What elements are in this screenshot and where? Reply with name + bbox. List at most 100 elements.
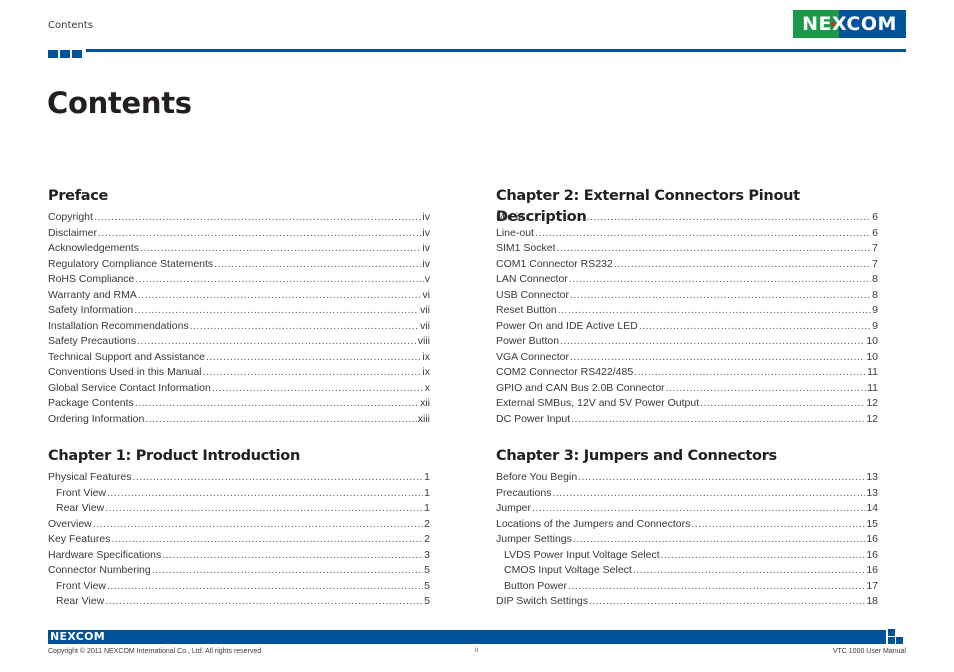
toc-entry[interactable]: Connector Numbering 5 bbox=[48, 563, 430, 579]
toc-entry[interactable]: Jumper 14 bbox=[496, 501, 878, 517]
dot-leader bbox=[137, 334, 417, 350]
toc-entry-label: VGA Connector bbox=[496, 350, 569, 363]
toc-entry[interactable]: VGA Connector 10 bbox=[496, 350, 878, 366]
footer-square bbox=[896, 637, 903, 644]
toc-entry[interactable]: COM2 Connector RS422/485 11 bbox=[496, 365, 878, 381]
toc-entry-page: 13 bbox=[866, 471, 878, 483]
toc-entry[interactable]: Safety Information vii bbox=[48, 303, 430, 319]
toc-entry-label: Connector Numbering bbox=[48, 564, 151, 576]
toc-entry-page: 12 bbox=[866, 397, 878, 409]
toc-entry[interactable]: GPIO and CAN Bus 2.0B Connector 11 bbox=[496, 381, 878, 397]
toc-entry[interactable]: Warranty and RMA vi bbox=[48, 288, 430, 304]
toc-entry[interactable]: LVDS Power Input Voltage Select 16 bbox=[496, 548, 878, 564]
toc-entry-label: Disclaimer bbox=[48, 226, 98, 239]
toc-entry-label: LVDS Power Input Voltage Select bbox=[504, 548, 660, 561]
toc-entry[interactable]: Power Button 10 bbox=[496, 334, 878, 350]
toc-entry[interactable]: Hardware Specifications 3 bbox=[48, 548, 430, 564]
toc-entry[interactable]: Before You Begin 13 bbox=[496, 470, 878, 486]
toc-entry-page: 7 bbox=[872, 257, 878, 270]
toc-entry-page: 15 bbox=[866, 517, 878, 530]
page-number: ii bbox=[475, 647, 479, 654]
logo-text: NEXCOM bbox=[802, 13, 897, 35]
toc-entry-page: 5 bbox=[424, 595, 430, 607]
toc-entry-page: 8 bbox=[872, 273, 878, 285]
dot-leader bbox=[560, 334, 865, 350]
toc-entry[interactable]: Installation Recommendations vii bbox=[48, 319, 430, 335]
toc-entry[interactable]: Rear View 5 bbox=[48, 594, 430, 610]
toc-entry[interactable]: Global Service Contact Information x bbox=[48, 381, 430, 397]
toc-entry-page: 16 bbox=[866, 533, 878, 545]
dot-leader bbox=[558, 303, 871, 319]
toc-entry-page: 7 bbox=[872, 242, 878, 254]
toc-entry[interactable]: Precautions 13 bbox=[496, 486, 878, 502]
toc-entry[interactable]: CMOS Input Voltage Select 16 bbox=[496, 563, 878, 579]
dot-leader bbox=[568, 579, 865, 595]
toc-entry[interactable]: Button Power 17 bbox=[496, 579, 878, 595]
dot-leader bbox=[190, 319, 419, 335]
toc-entry[interactable]: DC Power Input 12 bbox=[496, 412, 878, 428]
header-squares-decoration bbox=[48, 50, 82, 58]
toc-entry[interactable]: Reset Button 9 bbox=[496, 303, 878, 319]
toc-entry[interactable]: External SMBus, 12V and 5V Power Output 1… bbox=[496, 396, 878, 412]
toc-entry[interactable]: SIM1 Socket 7 bbox=[496, 241, 878, 257]
toc-entry[interactable]: Copyright iv bbox=[48, 210, 430, 226]
toc-entry[interactable]: Safety Precautions viii bbox=[48, 334, 430, 350]
header-square bbox=[60, 50, 70, 58]
toc-entry-label: Safety Information bbox=[48, 304, 134, 316]
toc-entry-label: Front View bbox=[56, 579, 106, 592]
toc-entry[interactable]: Acknowledgements iv bbox=[48, 241, 430, 257]
dot-leader bbox=[107, 579, 423, 595]
header-square bbox=[48, 50, 58, 58]
dot-leader bbox=[569, 272, 871, 288]
toc-entry-label: Acknowledgements bbox=[48, 242, 140, 254]
toc-section: Chapter 2: External Connectors Pinout De… bbox=[496, 186, 878, 427]
footer-logo: NEXCOM bbox=[50, 630, 105, 643]
toc-entry[interactable]: Mic-in 6 bbox=[496, 210, 878, 226]
toc-entry[interactable]: RoHS Compliance v bbox=[48, 272, 430, 288]
toc-entry[interactable]: Ordering Information xiii bbox=[48, 412, 430, 428]
toc-entry-label: Key Features bbox=[48, 533, 111, 545]
toc-entry[interactable]: Jumper Settings 16 bbox=[496, 532, 878, 548]
toc-entry[interactable]: Front View 1 bbox=[48, 486, 430, 502]
dot-leader bbox=[135, 396, 419, 412]
toc-entry[interactable]: LAN Connector 8 bbox=[496, 272, 878, 288]
toc-entry-label: COM2 Connector RS422/485 bbox=[496, 366, 634, 378]
toc-entry-label: External SMBus, 12V and 5V Power Output bbox=[496, 397, 700, 409]
footer-bar bbox=[48, 630, 886, 644]
toc-entry[interactable]: Overview 2 bbox=[48, 517, 430, 533]
toc-entry-label: Rear View bbox=[56, 502, 105, 514]
toc-entry[interactable]: Package Contents xii bbox=[48, 396, 430, 412]
toc-entry[interactable]: Front View 5 bbox=[48, 579, 430, 595]
toc-entry-page: 6 bbox=[872, 211, 878, 223]
dot-leader bbox=[535, 226, 871, 242]
footer-square bbox=[888, 629, 895, 636]
toc-entry[interactable]: Disclaimer iv bbox=[48, 226, 430, 242]
toc-entry[interactable]: Regulatory Compliance Statements iv bbox=[48, 257, 430, 273]
toc-entry[interactable]: USB Connector 8 bbox=[496, 288, 878, 304]
dot-leader bbox=[107, 486, 423, 502]
toc-entry[interactable]: Rear View 1 bbox=[48, 501, 430, 517]
toc-entry-page: ix bbox=[422, 366, 430, 378]
toc-entry[interactable]: Power On and IDE Active LED 9 bbox=[496, 319, 878, 335]
toc-entry[interactable]: Key Features 2 bbox=[48, 532, 430, 548]
toc-entry[interactable]: Technical Support and Assistance ix bbox=[48, 350, 430, 366]
toc-entry[interactable]: DIP Switch Settings 18 bbox=[496, 594, 878, 610]
toc-entry-label: GPIO and CAN Bus 2.0B Connector bbox=[496, 381, 665, 394]
toc-entry[interactable]: Physical Features 1 bbox=[48, 470, 430, 486]
toc-entry-page: 5 bbox=[424, 579, 430, 592]
toc-entry[interactable]: Conventions Used in this Manual ix bbox=[48, 365, 430, 381]
section-heading: Preface bbox=[48, 188, 109, 204]
toc-entry-label: SIM1 Socket bbox=[496, 242, 556, 254]
toc-entry-label: COM1 Connector RS232 bbox=[496, 257, 613, 270]
dot-leader bbox=[98, 226, 421, 242]
toc-entry[interactable]: Line-out 6 bbox=[496, 226, 878, 242]
dot-leader bbox=[94, 210, 421, 226]
dot-leader bbox=[691, 517, 865, 533]
toc-entry[interactable]: COM1 Connector RS232 7 bbox=[496, 257, 878, 273]
toc-entry[interactable]: Locations of the Jumpers and Connectors 1… bbox=[496, 517, 878, 533]
toc-entry-label: Front View bbox=[56, 486, 106, 499]
dot-leader bbox=[206, 350, 421, 366]
dot-leader bbox=[571, 412, 865, 428]
